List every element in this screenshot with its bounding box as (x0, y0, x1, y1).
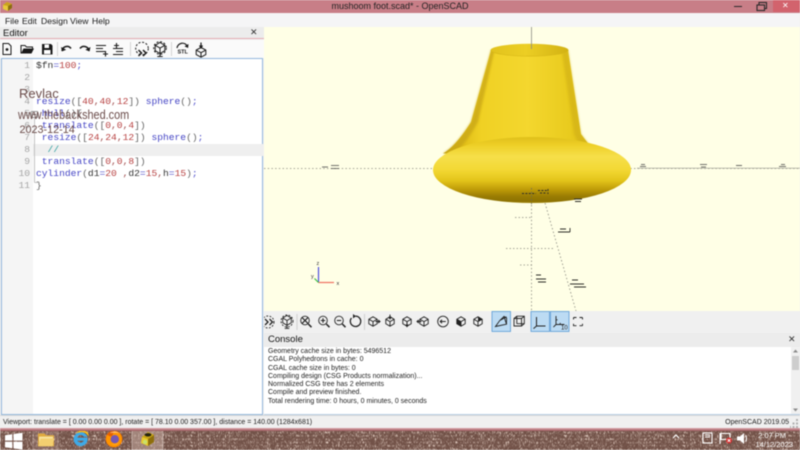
svg-text:y: y (311, 274, 314, 280)
svg-text:10: 10 (561, 326, 568, 332)
svg-text:STL: STL (178, 50, 189, 56)
svg-text:x: x (337, 281, 340, 287)
svg-text:z: z (317, 261, 320, 267)
